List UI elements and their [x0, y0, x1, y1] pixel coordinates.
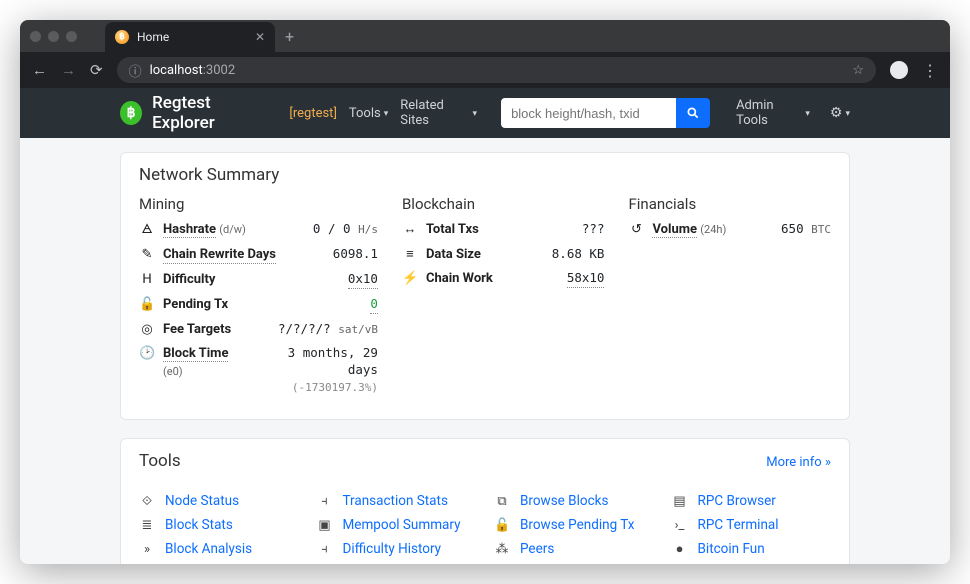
- url-bar: ← → ⟳ ⓘ localhost:3002 ☆ ⋮: [20, 52, 950, 88]
- app-navbar: ฿ Regtest Explorer [regtest] Tools▾ Rela…: [20, 88, 950, 138]
- row-hashrate: 🜁Hashrate (d/w) 0 / 0 H/s: [139, 221, 378, 239]
- url-port: :3002: [203, 63, 235, 78]
- unlock-icon: 🔓: [494, 518, 510, 533]
- row-chain-rewrite: ✎Chain Rewrite Days 6098.1: [139, 246, 378, 265]
- row-difficulty: ᕼDifficulty 0x10: [139, 271, 378, 289]
- row-total-txs: ↔Total Txs ???: [402, 221, 605, 239]
- brand[interactable]: ฿ Regtest Explorer: [120, 93, 267, 133]
- chart-line-icon: ⫞: [317, 542, 333, 557]
- bolt-icon: ⚡: [402, 270, 418, 288]
- clock-icon: 🕑: [139, 345, 155, 363]
- tool-peers[interactable]: ⁂Peers: [494, 539, 654, 559]
- tool-node-status[interactable]: ⟐Node Status: [139, 491, 299, 511]
- more-info-link[interactable]: More info »: [766, 455, 831, 470]
- row-block-time: 🕑Block Time (e0) 3 months, 29 days(-1730…: [139, 345, 378, 396]
- search-group: [501, 98, 710, 128]
- tool-bitcoin-fun[interactable]: ●Bitcoin Fun: [672, 539, 832, 559]
- search-input[interactable]: [501, 98, 676, 128]
- circle-icon: ●: [672, 541, 688, 557]
- nav-admin-tools[interactable]: Admin Tools▾: [736, 98, 810, 128]
- blockchain-header: Blockchain: [402, 195, 605, 213]
- reload-button[interactable]: ⟳: [90, 61, 103, 79]
- network-summary-card: Network Summary Mining 🜁Hashrate (d/w) 0…: [120, 152, 850, 420]
- unlock-icon: 🔓: [139, 296, 155, 314]
- broadcast-icon: ⟐: [139, 494, 155, 509]
- tachometer-icon: 🜁: [139, 221, 155, 239]
- row-fee-targets: ◎Fee Targets ?/?/?/? sat/vB: [139, 321, 378, 339]
- page-content: Network Summary Mining 🜁Hashrate (d/w) 0…: [20, 138, 950, 564]
- tool-browse-pending-tx[interactable]: 🔓Browse Pending Tx: [494, 515, 654, 535]
- gear-icon: ⚙: [830, 105, 843, 121]
- brand-title: Regtest Explorer: [152, 93, 267, 133]
- financials-header: Financials: [628, 195, 831, 213]
- tool-block-stats[interactable]: ≣Block Stats: [139, 515, 299, 535]
- close-window-icon[interactable]: [30, 31, 41, 42]
- financials-column: Financials ↺Volume (24h) 650 BTC: [628, 195, 831, 403]
- url-host: localhost: [150, 63, 203, 78]
- tools-title: Tools: [139, 451, 181, 471]
- zoom-window-icon[interactable]: [66, 31, 77, 42]
- layers-icon: ≣: [139, 518, 155, 533]
- site-info-icon[interactable]: ⓘ: [129, 61, 142, 80]
- network-summary-title: Network Summary: [139, 165, 831, 185]
- browser-window: ฿ Home ✕ + ← → ⟳ ⓘ localhost:3002 ☆ ⋮ ฿ …: [20, 20, 950, 564]
- nav-tools[interactable]: Tools▾: [349, 106, 388, 121]
- back-button[interactable]: ←: [32, 61, 47, 79]
- tool-block-analysis[interactable]: »Block Analysis: [139, 539, 299, 559]
- nav-related-sites[interactable]: Related Sites▾: [400, 98, 477, 128]
- browser-tab[interactable]: ฿ Home ✕: [105, 22, 275, 52]
- sitemap-icon: ⁂: [494, 542, 510, 557]
- titlebar: ฿ Home ✕ +: [20, 20, 950, 52]
- address-bar[interactable]: ⓘ localhost:3002 ☆: [117, 57, 876, 83]
- cubes-icon: ⧉: [494, 494, 510, 509]
- search-icon: [686, 106, 700, 120]
- bullseye-icon: ◎: [139, 321, 155, 339]
- row-pending-tx: 🔓Pending Tx 0: [139, 296, 378, 314]
- history-icon: ↺: [628, 221, 644, 239]
- mining-column: Mining 🜁Hashrate (d/w) 0 / 0 H/s ✎Chain …: [139, 195, 378, 403]
- search-button[interactable]: [676, 98, 710, 128]
- database-icon: ≡: [402, 246, 418, 264]
- tool-transaction-stats[interactable]: ⫞Transaction Stats: [317, 491, 477, 511]
- chevron-down-icon: ▾: [805, 109, 810, 119]
- bitcoin-favicon: ฿: [115, 30, 129, 44]
- tool-difficulty-history[interactable]: ⫞Difficulty History: [317, 539, 477, 559]
- chevron-down-icon: ▾: [845, 109, 850, 119]
- tools-card: Tools More info » ⟐Node Status ⫞Transact…: [120, 438, 850, 564]
- tool-browse-blocks[interactable]: ⧉Browse Blocks: [494, 491, 654, 511]
- tool-rpc-terminal[interactable]: ›_RPC Terminal: [672, 515, 832, 535]
- chevron-down-icon: ▾: [473, 109, 478, 119]
- mining-header: Mining: [139, 195, 378, 213]
- forward-button[interactable]: →: [61, 61, 76, 79]
- tab-title: Home: [137, 30, 169, 44]
- minimize-window-icon[interactable]: [48, 31, 59, 42]
- brand-logo-icon: ฿: [120, 101, 142, 125]
- dumbbell-icon: ᕼ: [139, 271, 155, 289]
- clipboard-icon: ▣: [317, 518, 333, 533]
- angle-double-icon: »: [139, 542, 155, 557]
- terminal-icon: ›_: [672, 518, 688, 533]
- exchange-icon: ↔: [402, 221, 418, 239]
- row-chain-work: ⚡Chain Work 58x10: [402, 270, 605, 288]
- network-tag[interactable]: [regtest]: [289, 106, 336, 121]
- blockchain-column: Blockchain ↔Total Txs ??? ≡Data Size 8.6…: [402, 195, 605, 403]
- browser-menu-icon[interactable]: ⋮: [922, 61, 938, 80]
- chevron-down-icon: ▾: [384, 109, 389, 119]
- close-tab-icon[interactable]: ✕: [255, 30, 265, 44]
- book-icon: ▤: [672, 494, 688, 509]
- edit-icon: ✎: [139, 246, 155, 264]
- tool-mining-summary[interactable]: ◔Mining Summary: [139, 563, 299, 564]
- profile-avatar[interactable]: [890, 61, 908, 79]
- settings-menu[interactable]: ⚙▾: [830, 105, 850, 121]
- tool-mempool-summary[interactable]: ▣Mempool Summary: [317, 515, 477, 535]
- row-volume: ↺Volume (24h) 650 BTC: [628, 221, 831, 239]
- tool-rpc-browser[interactable]: ▤RPC Browser: [672, 491, 832, 511]
- window-controls: [30, 31, 77, 42]
- row-data-size: ≡Data Size 8.68 KB: [402, 246, 605, 264]
- new-tab-button[interactable]: +: [285, 27, 294, 46]
- bookmark-icon[interactable]: ☆: [852, 63, 864, 78]
- chart-bar-icon: ⫞: [317, 494, 333, 509]
